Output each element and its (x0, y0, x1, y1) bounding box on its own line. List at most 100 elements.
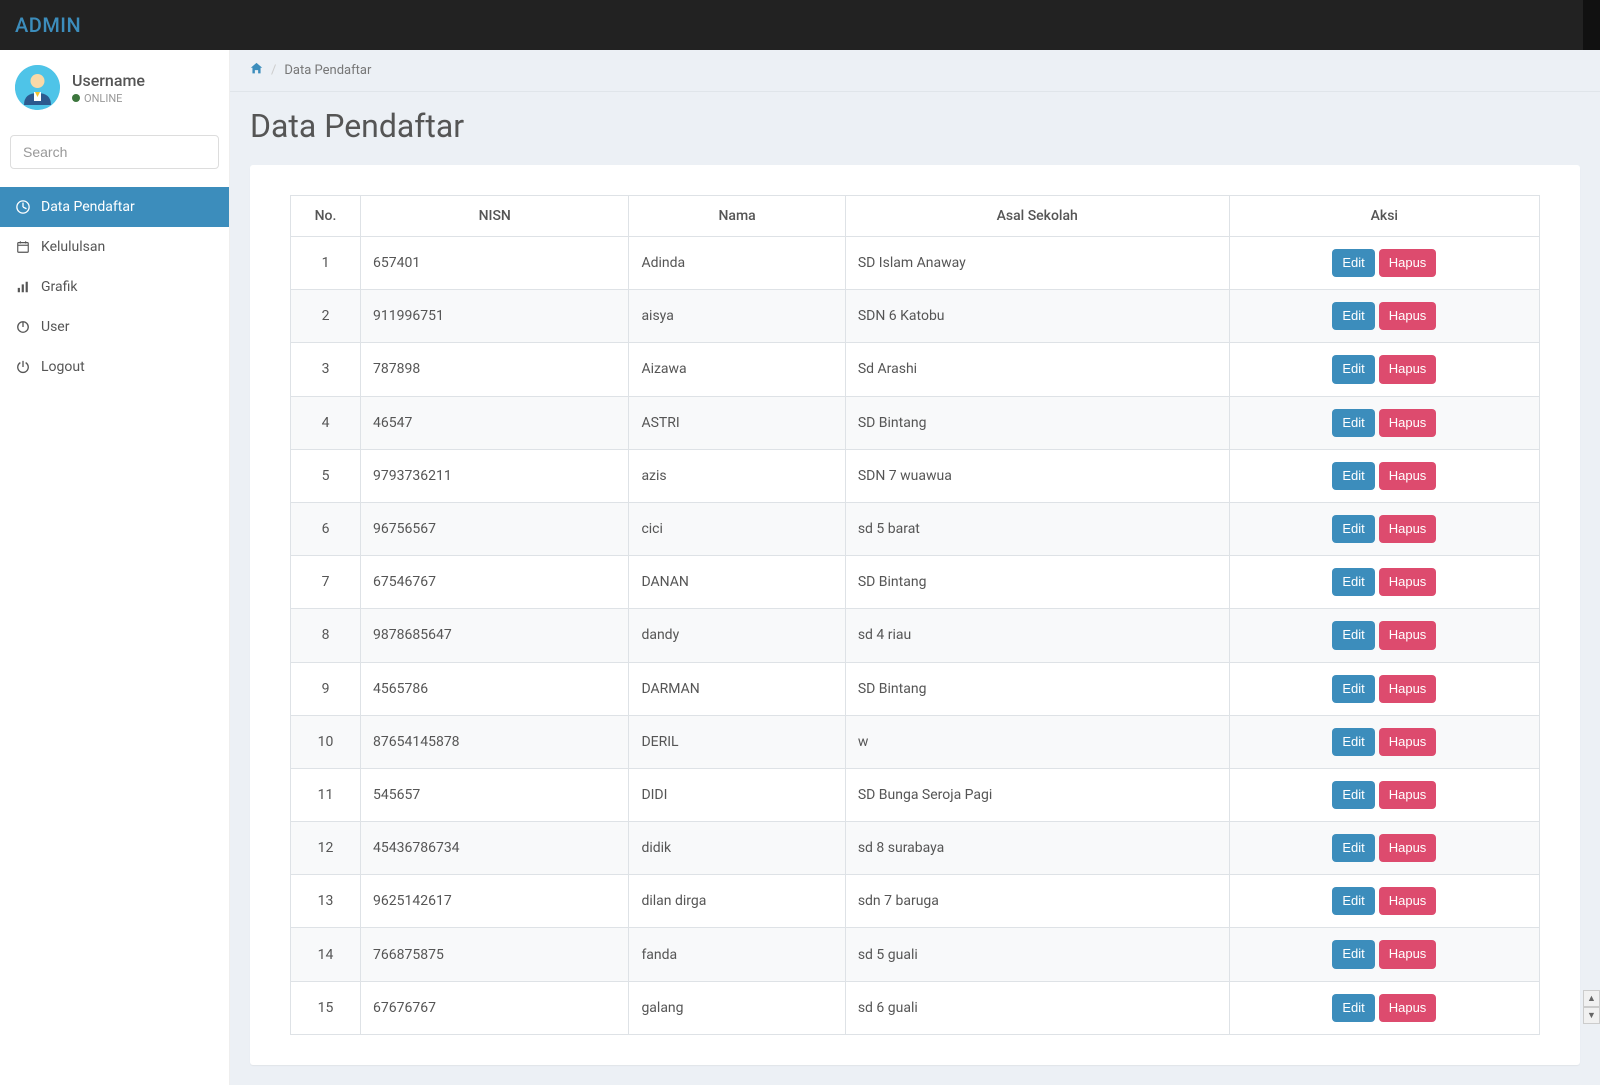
cell-nisn: 67546767 (361, 556, 629, 609)
cell-asal: sd 4 riau (845, 609, 1229, 662)
edit-button[interactable]: Edit (1332, 568, 1374, 596)
calendar-icon (15, 239, 31, 255)
cell-nisn: 9793736211 (361, 449, 629, 502)
edit-button[interactable]: Edit (1332, 940, 1374, 968)
edit-button[interactable]: Edit (1332, 621, 1374, 649)
cell-nama: dandy (629, 609, 845, 662)
nav-label: Kelululsan (41, 239, 105, 255)
table-row: 11545657DIDISD Bunga Seroja PagiEditHapu… (291, 768, 1540, 821)
cell-nisn: 96756567 (361, 502, 629, 555)
cell-no: 3 (291, 343, 361, 396)
cell-nama: DARMAN (629, 662, 845, 715)
cell-nama: aisya (629, 290, 845, 343)
chart-icon (15, 279, 31, 295)
search-input[interactable] (10, 135, 219, 169)
cell-actions: EditHapus (1229, 396, 1539, 449)
user-status: ONLINE (72, 92, 145, 105)
edit-button[interactable]: Edit (1332, 515, 1374, 543)
delete-button[interactable]: Hapus (1379, 940, 1437, 968)
delete-button[interactable]: Hapus (1379, 887, 1437, 915)
cell-nama: cici (629, 502, 845, 555)
brand-logo[interactable]: ADMIN (15, 13, 81, 37)
top-navbar: ADMIN (0, 0, 1600, 50)
cell-no: 4 (291, 396, 361, 449)
scroll-down-icon[interactable]: ▼ (1583, 1007, 1600, 1024)
edit-button[interactable]: Edit (1332, 781, 1374, 809)
sidebar-item-kelululsan[interactable]: Kelululsan (0, 227, 229, 267)
delete-button[interactable]: Hapus (1379, 355, 1437, 383)
delete-button[interactable]: Hapus (1379, 728, 1437, 756)
cell-nisn: 46547 (361, 396, 629, 449)
edit-button[interactable]: Edit (1332, 249, 1374, 277)
cell-no: 14 (291, 928, 361, 981)
cell-no: 12 (291, 822, 361, 875)
delete-button[interactable]: Hapus (1379, 302, 1437, 330)
cell-actions: EditHapus (1229, 449, 1539, 502)
cell-nisn: 67676767 (361, 981, 629, 1034)
delete-button[interactable]: Hapus (1379, 409, 1437, 437)
cell-actions: EditHapus (1229, 715, 1539, 768)
edit-button[interactable]: Edit (1332, 994, 1374, 1022)
table-row: 89878685647dandysd 4 riauEditHapus (291, 609, 1540, 662)
sidebar-item-grafik[interactable]: Grafik (0, 267, 229, 307)
cell-actions: EditHapus (1229, 290, 1539, 343)
cell-actions: EditHapus (1229, 822, 1539, 875)
cell-asal: sd 5 guali (845, 928, 1229, 981)
cell-asal: w (845, 715, 1229, 768)
delete-button[interactable]: Hapus (1379, 621, 1437, 649)
breadcrumb: / Data Pendaftar (230, 50, 1600, 92)
edit-button[interactable]: Edit (1332, 462, 1374, 490)
cell-no: 1 (291, 237, 361, 290)
cell-asal: sdn 7 baruga (845, 875, 1229, 928)
table-row: 1245436786734didiksd 8 surabayaEditHapus (291, 822, 1540, 875)
table-row: 767546767DANANSD BintangEditHapus (291, 556, 1540, 609)
column-header: Nama (629, 196, 845, 237)
nav-label: Logout (41, 359, 85, 375)
cell-asal: Sd Arashi (845, 343, 1229, 396)
scroll-up-icon[interactable]: ▲ (1583, 990, 1600, 1007)
sidebar-item-data-pendaftar[interactable]: Data Pendaftar (0, 187, 229, 227)
cell-nama: DANAN (629, 556, 845, 609)
cell-no: 9 (291, 662, 361, 715)
nav-label: User (41, 319, 69, 335)
cell-asal: SD Islam Anaway (845, 237, 1229, 290)
delete-button[interactable]: Hapus (1379, 994, 1437, 1022)
delete-button[interactable]: Hapus (1379, 249, 1437, 277)
cell-nisn: 4565786 (361, 662, 629, 715)
edit-button[interactable]: Edit (1332, 302, 1374, 330)
cell-actions: EditHapus (1229, 237, 1539, 290)
sidebar-item-logout[interactable]: Logout (0, 347, 229, 387)
cell-asal: sd 5 barat (845, 502, 1229, 555)
cell-nisn: 545657 (361, 768, 629, 821)
sidebar-item-user[interactable]: User (0, 307, 229, 347)
cell-nisn: 45436786734 (361, 822, 629, 875)
cell-nisn: 787898 (361, 343, 629, 396)
status-text: ONLINE (84, 92, 122, 105)
delete-button[interactable]: Hapus (1379, 515, 1437, 543)
table-row: 59793736211azisSDN 7 wuawuaEditHapus (291, 449, 1540, 502)
delete-button[interactable]: Hapus (1379, 781, 1437, 809)
delete-button[interactable]: Hapus (1379, 462, 1437, 490)
cell-nama: dilan dirga (629, 875, 845, 928)
delete-button[interactable]: Hapus (1379, 675, 1437, 703)
cell-no: 5 (291, 449, 361, 502)
breadcrumb-current: Data Pendaftar (284, 63, 371, 78)
cell-nama: ASTRI (629, 396, 845, 449)
edit-button[interactable]: Edit (1332, 355, 1374, 383)
cell-nisn: 87654145878 (361, 715, 629, 768)
edit-button[interactable]: Edit (1332, 675, 1374, 703)
edit-button[interactable]: Edit (1332, 728, 1374, 756)
power-icon (15, 319, 31, 335)
cell-actions: EditHapus (1229, 556, 1539, 609)
cell-no: 7 (291, 556, 361, 609)
cell-nama: galang (629, 981, 845, 1034)
cell-nama: azis (629, 449, 845, 502)
edit-button[interactable]: Edit (1332, 409, 1374, 437)
delete-button[interactable]: Hapus (1379, 568, 1437, 596)
delete-button[interactable]: Hapus (1379, 834, 1437, 862)
edit-button[interactable]: Edit (1332, 887, 1374, 915)
edit-button[interactable]: Edit (1332, 834, 1374, 862)
home-icon[interactable] (250, 62, 263, 79)
breadcrumb-separator: / (271, 63, 276, 78)
cell-asal: SDN 6 Katobu (845, 290, 1229, 343)
